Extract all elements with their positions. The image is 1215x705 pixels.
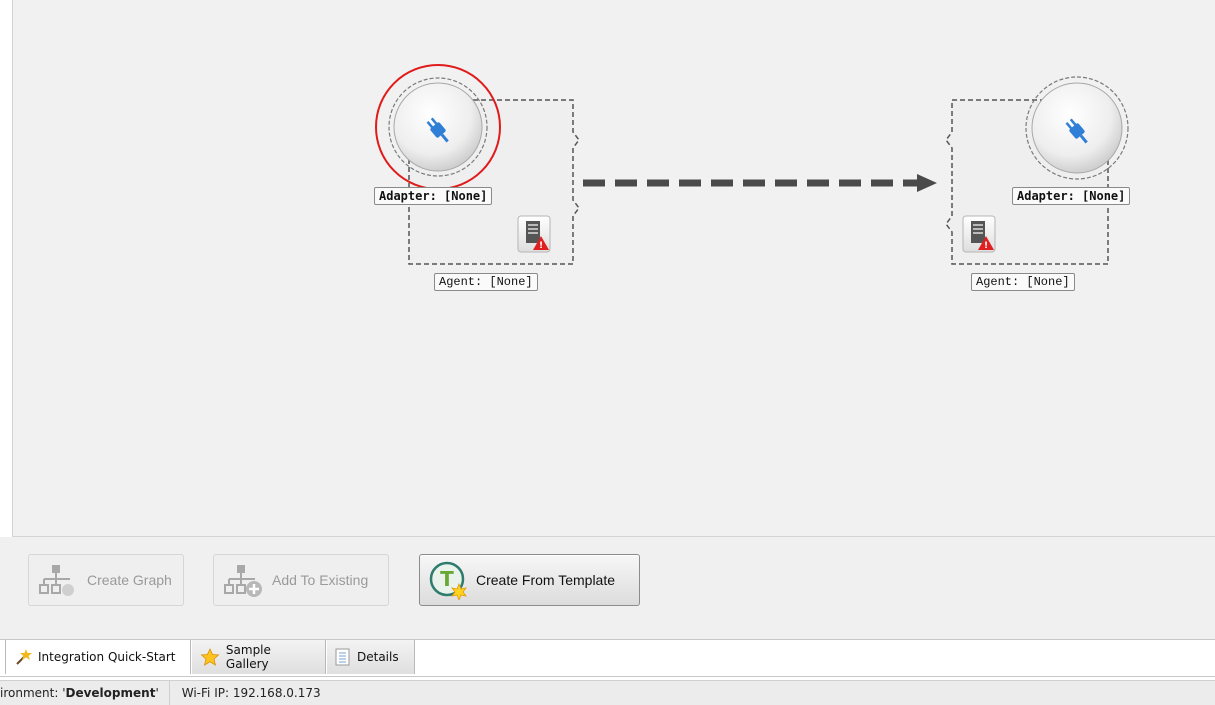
right-agent-label: Agent: [None] — [971, 273, 1075, 291]
tab-label: Integration Quick-Start — [38, 650, 176, 664]
add-to-existing-label: Add To Existing — [272, 572, 369, 588]
tab-label: Details — [357, 650, 399, 664]
svg-text:!: ! — [539, 241, 543, 251]
left-adapter-sphere[interactable] — [388, 77, 488, 177]
right-agent-icon[interactable]: ! — [962, 215, 996, 253]
wifi-ip-label: Wi-Fi IP: 192.168.0.173 — [181, 686, 321, 700]
right-adapter-label: Adapter: [None] — [1012, 187, 1131, 205]
graph-canvas[interactable]: ! ! Adapter: [None] Agent: [None] Adapte… — [12, 0, 1215, 537]
graph-hierarchy-icon — [39, 565, 74, 596]
list-document-icon — [335, 648, 350, 666]
bottom-tab-bar: Integration Quick-Start Sample Gallery D… — [0, 637, 1215, 677]
left-agent-label: Agent: [None] — [434, 273, 538, 291]
create-from-template-button[interactable]: T Create From Template — [419, 554, 640, 606]
magic-wand-icon — [16, 649, 32, 665]
create-graph-button[interactable]: Create Graph — [28, 554, 184, 606]
svg-text:!: ! — [984, 241, 988, 251]
tab-label: Sample Gallery — [225, 643, 271, 671]
status-bar: ironment: ' Development ' Wi-Fi IP: 192.16… — [0, 680, 1215, 705]
left-node[interactable]: ! — [375, 64, 580, 265]
create-from-template-label: Create From Template — [476, 572, 616, 588]
graph-add-icon — [224, 565, 262, 597]
tab-sample-gallery[interactable]: Sample Gallery — [192, 640, 326, 674]
tab-integration-quick-start[interactable]: Integration Quick-Start — [5, 640, 191, 674]
tab-strip: Integration Quick-Start Sample Gallery D… — [0, 639, 1215, 677]
environment-prefix: ironment: ' — [0, 686, 66, 700]
environment-suffix: ' — [155, 686, 159, 700]
environment-value: Development — [65, 686, 156, 700]
template-icon: T — [429, 561, 467, 600]
create-graph-label: Create Graph — [87, 572, 172, 588]
right-node[interactable]: ! — [945, 76, 1129, 265]
add-to-existing-button[interactable]: Add To Existing — [213, 554, 389, 606]
action-toolbar: Create Graph Add To Existing T Create Fr… — [0, 537, 1215, 637]
environment-status: ironment: ' Development ' — [0, 681, 170, 705]
left-agent-icon[interactable]: ! — [517, 215, 551, 253]
tab-details[interactable]: Details — [327, 640, 415, 674]
connector-arrow[interactable] — [583, 174, 937, 192]
left-adapter-label: Adapter: [None] — [374, 187, 493, 205]
star-icon — [200, 648, 220, 666]
graph-svg: ! ! — [375, 64, 1129, 265]
svg-text:T: T — [440, 567, 454, 591]
wifi-ip-status: Wi-Fi IP: 192.168.0.173 — [170, 681, 331, 705]
